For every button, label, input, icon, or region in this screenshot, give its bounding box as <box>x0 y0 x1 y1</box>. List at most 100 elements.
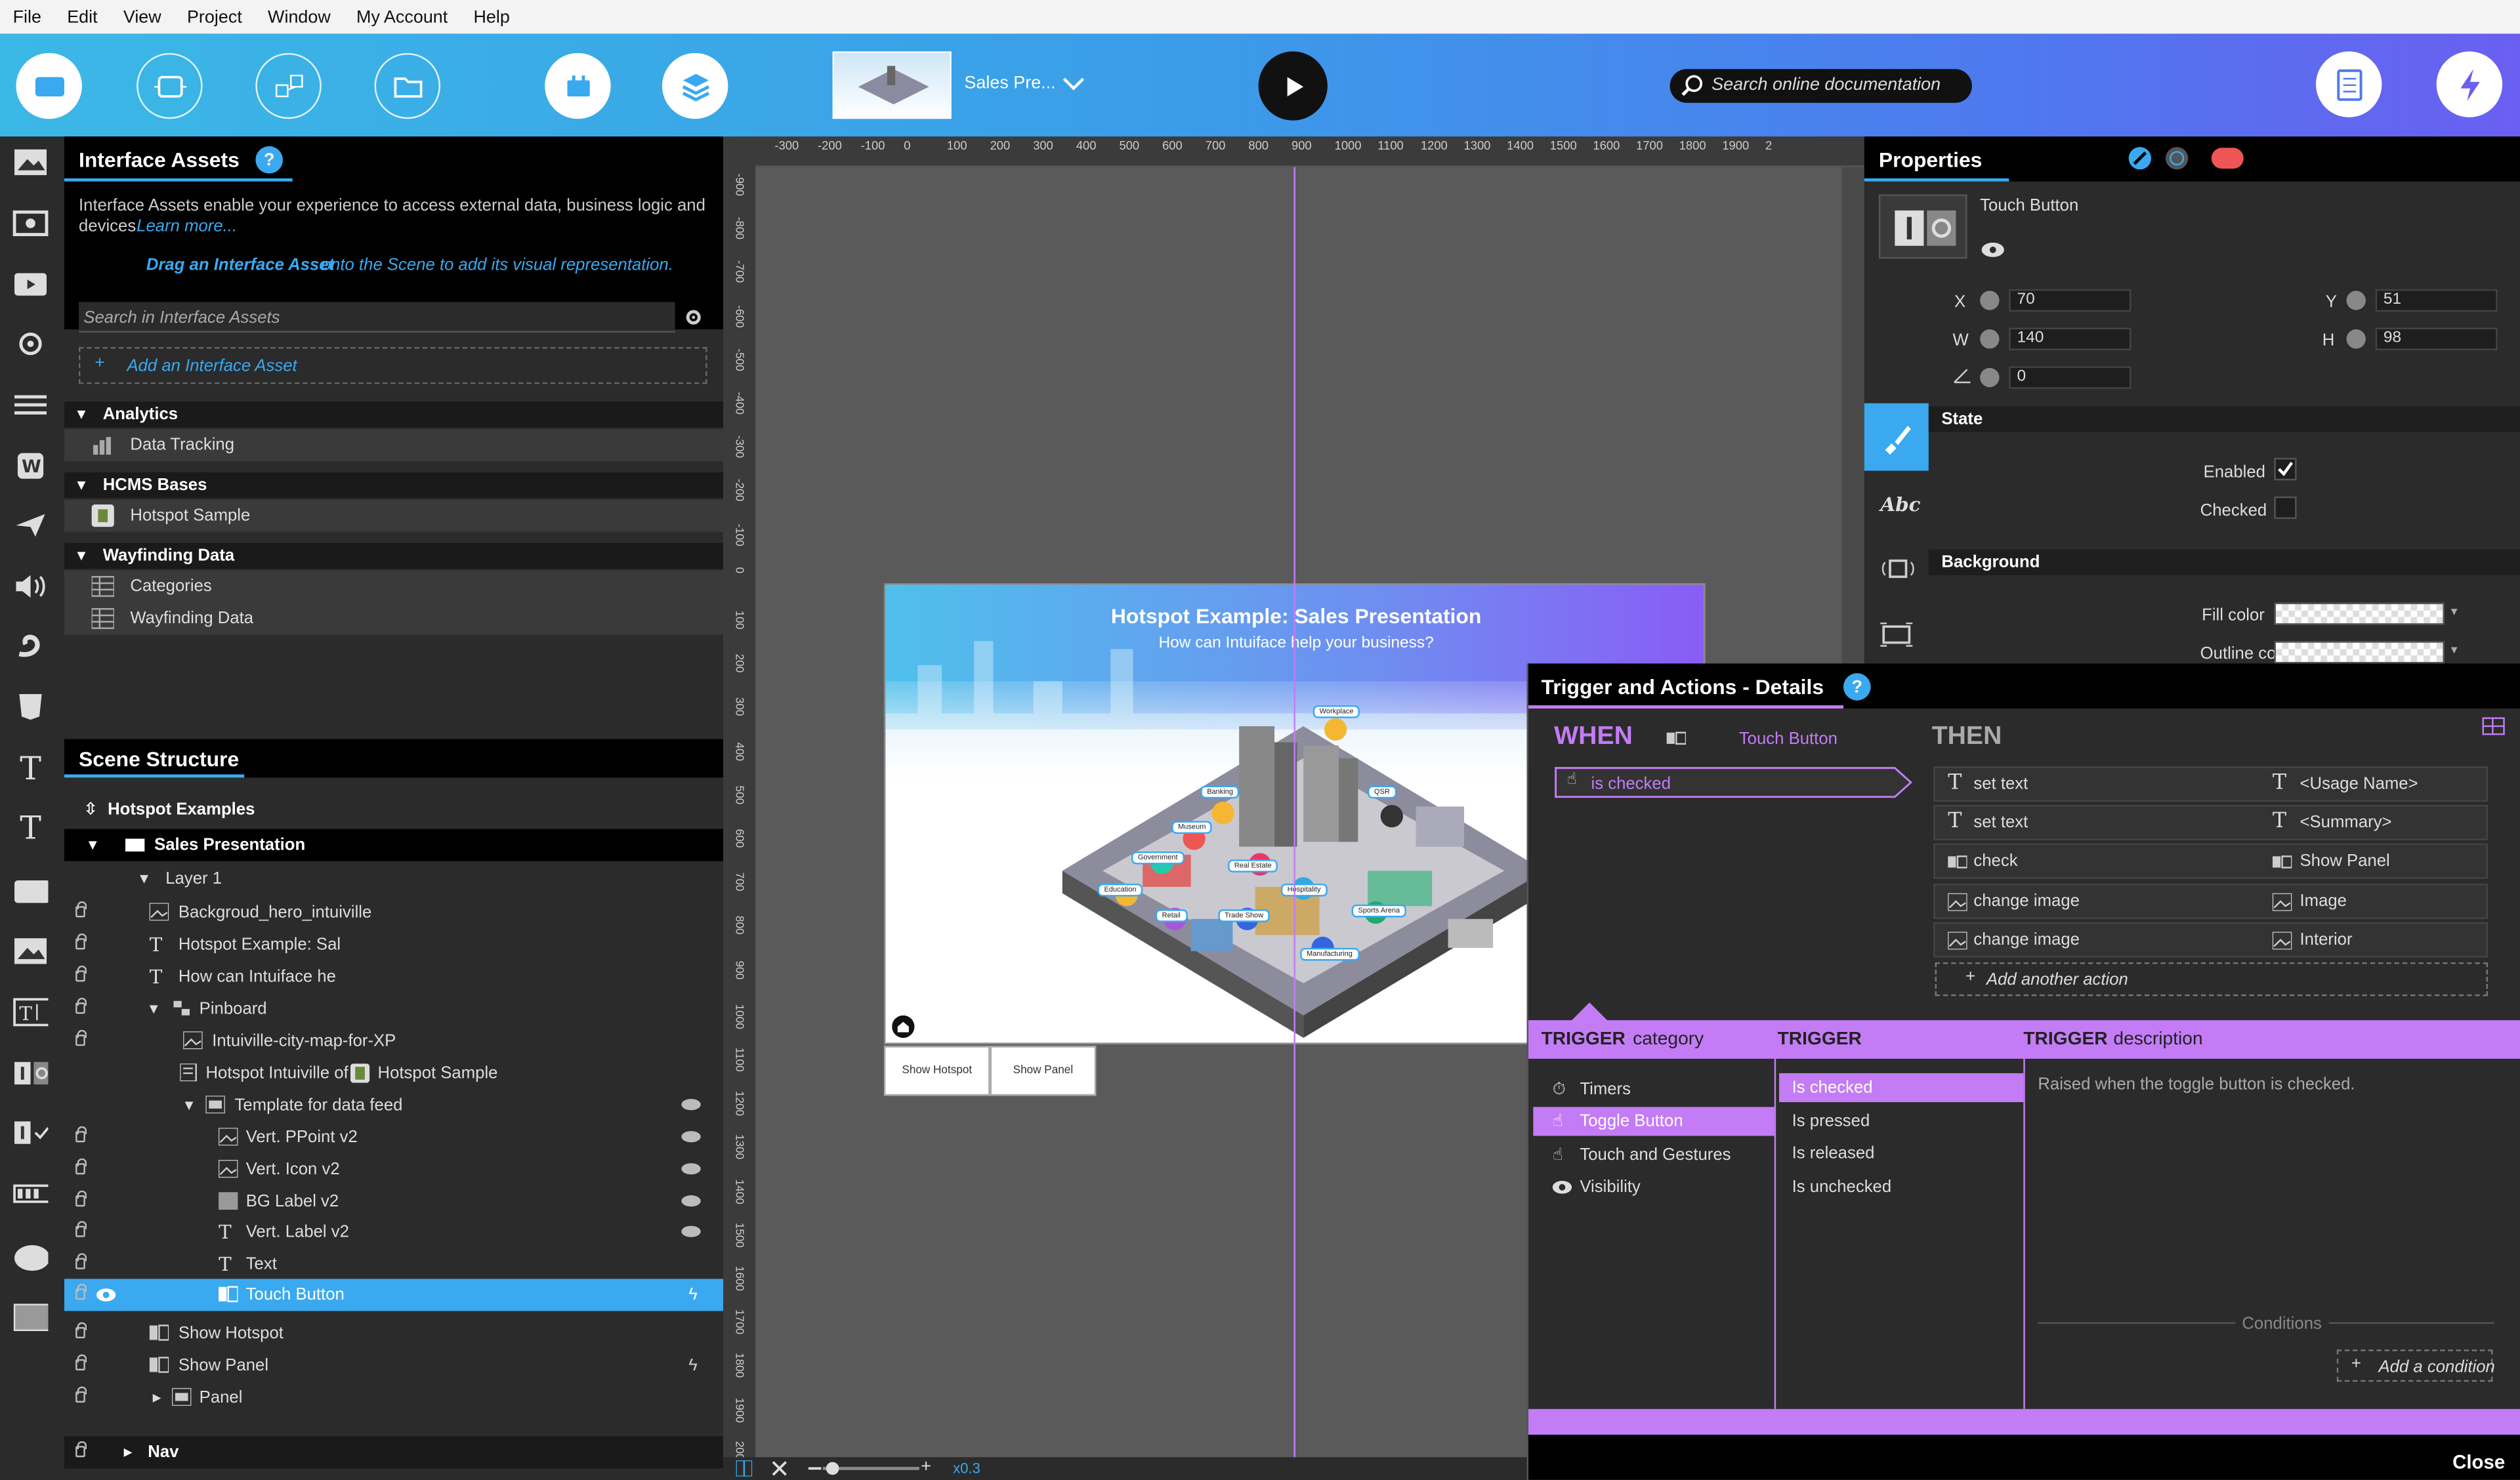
help-icon[interactable]: ? <box>1843 673 1871 701</box>
image-button-tool-icon[interactable] <box>13 935 49 967</box>
collapse-icon[interactable]: ▾ <box>89 829 97 861</box>
globe-icon[interactable] <box>2165 146 2189 171</box>
documentation-search[interactable]: Search online documentation <box>1670 69 1972 103</box>
lightning-icon[interactable]: ϟ <box>688 1279 698 1311</box>
rich-text-tool-icon[interactable]: T <box>13 808 49 847</box>
y-field[interactable]: 51 <box>2375 289 2498 312</box>
map-label[interactable]: Government <box>1131 851 1185 865</box>
action-row-4[interactable]: change image Image <box>1933 883 2488 919</box>
player-tool-icon[interactable] <box>13 268 49 300</box>
grid-icon[interactable] <box>736 1460 753 1477</box>
show-hotspot-button[interactable]: Show Hotspot <box>883 1046 990 1096</box>
layers-icon[interactable] <box>662 52 728 119</box>
tree-item-bg[interactable]: Backgroud_hero_intuiville <box>64 897 723 928</box>
menu-file[interactable]: File <box>0 7 54 26</box>
menu-project[interactable]: Project <box>174 7 255 26</box>
menu-window[interactable]: Window <box>255 7 343 26</box>
asset-wayfinding-data[interactable]: Wayfinding Data <box>64 602 724 635</box>
collapse-icon[interactable]: ▾ <box>185 1089 194 1121</box>
bind-dot-h[interactable] <box>2346 329 2366 349</box>
chevron-down-icon[interactable]: ▾ <box>2451 643 2458 657</box>
eraser-icon[interactable] <box>2211 148 2244 169</box>
text-tool-icon[interactable]: T <box>13 749 49 787</box>
lock-icon[interactable] <box>75 1158 87 1175</box>
send-tool-icon[interactable] <box>13 509 49 541</box>
appearance-tab[interactable] <box>1864 403 1929 471</box>
tree-item-text-2[interactable]: T How can Intuiface he <box>64 961 723 993</box>
bind-dot-angle[interactable] <box>1980 367 2000 388</box>
devices-icon[interactable] <box>136 52 203 119</box>
lock-icon[interactable] <box>75 997 87 1014</box>
map-label[interactable]: Sports Arena <box>1351 904 1406 918</box>
action-row-2[interactable]: Tset text T <Summary> <box>1933 804 2488 840</box>
section-wayfinding-data[interactable]: ▾ Wayfinding Data <box>64 543 724 569</box>
category-touch-gestures[interactable]: ☝ Touch and Gestures <box>1533 1141 1774 1170</box>
grid-view-icon[interactable] <box>2481 716 2506 735</box>
lock-icon[interactable] <box>75 901 87 918</box>
audio-tool-icon[interactable] <box>13 570 49 602</box>
interface-assets-icon[interactable] <box>255 52 322 119</box>
lock-icon[interactable] <box>75 1126 87 1143</box>
hidden-eye-icon[interactable] <box>681 1163 701 1175</box>
tree-item-icon[interactable]: Vert. Icon v2 <box>64 1153 723 1185</box>
action-row-1[interactable]: Tset text T <Usage Name> <box>1933 766 2488 802</box>
lock-icon[interactable] <box>75 933 87 950</box>
checklist-icon[interactable] <box>2316 51 2382 117</box>
tree-item-text-1[interactable]: T Hotspot Example: Sal <box>64 929 723 960</box>
map-label[interactable]: QSR <box>1368 785 1396 799</box>
guide-line[interactable] <box>1293 167 1295 1464</box>
interface-assets-tab[interactable]: Interface Assets <box>79 148 240 172</box>
lock-icon[interactable] <box>75 1386 87 1403</box>
map-label[interactable]: Real Estate <box>1228 859 1278 873</box>
tree-layer[interactable]: ▾ Layer 1 <box>64 863 723 894</box>
category-timers[interactable]: ⏱ Timers <box>1533 1075 1774 1103</box>
lock-icon[interactable] <box>75 1354 87 1370</box>
fit-to-screen-icon[interactable] <box>772 1460 788 1476</box>
text-input-tool-icon[interactable]: T <box>13 996 49 1028</box>
files-folder-icon[interactable] <box>374 52 441 119</box>
tree-item-touch-button[interactable]: Touch Button ϟ <box>64 1279 724 1311</box>
learn-more-link[interactable]: Learn more... <box>136 217 237 236</box>
shape-tool-icon[interactable] <box>13 876 49 908</box>
spiral-tool-icon[interactable] <box>13 630 49 662</box>
list-tool-icon[interactable] <box>13 389 49 421</box>
chevron-down-icon[interactable] <box>1062 75 1085 91</box>
tree-item-text[interactable]: T Text <box>64 1248 723 1280</box>
settings-gear-icon[interactable] <box>684 308 702 326</box>
ellipse-tool-icon[interactable] <box>13 1242 49 1274</box>
zoom-out-icon[interactable] <box>807 1460 822 1476</box>
lock-icon[interactable] <box>75 965 87 982</box>
outline-color-swatch[interactable] <box>2274 641 2445 664</box>
expand-icon[interactable]: ▸ <box>124 1436 133 1468</box>
progress-tool-icon[interactable] <box>13 1178 49 1210</box>
lock-icon[interactable] <box>75 1190 87 1207</box>
scenes-icon[interactable] <box>16 52 82 119</box>
home-icon[interactable] <box>892 1015 915 1038</box>
close-button[interactable]: Close <box>2452 1450 2505 1473</box>
signal-icon[interactable] <box>1879 558 1918 580</box>
lock-icon[interactable] <box>75 1283 87 1300</box>
hidden-eye-icon[interactable] <box>681 1099 701 1111</box>
trigger-is-checked[interactable]: Is checked <box>1779 1073 2024 1103</box>
asset-categories[interactable]: Categories <box>64 570 724 603</box>
h-field[interactable]: 98 <box>2375 327 2498 350</box>
tree-scene[interactable]: ▾ Sales Presentation <box>64 829 724 861</box>
map-label[interactable]: Education <box>1097 883 1143 897</box>
hidden-eye-icon[interactable] <box>681 1225 701 1237</box>
zoom-slider-handle[interactable] <box>826 1462 839 1475</box>
tree-item-panel[interactable]: ▸ Panel <box>64 1382 723 1413</box>
rectangle-tool-icon[interactable] <box>13 1302 49 1334</box>
collapse-icon[interactable]: ▾ <box>150 993 158 1025</box>
action-row-3[interactable]: check Show Panel <box>1933 843 2488 879</box>
eye-icon[interactable] <box>1981 242 2004 257</box>
bind-dot-w[interactable] <box>1980 329 2000 349</box>
angle-field[interactable]: 0 <box>2009 366 2132 389</box>
map-label[interactable]: Hospitality <box>1280 883 1328 897</box>
html5-tool-icon[interactable] <box>13 691 49 723</box>
play-mode-icon[interactable] <box>545 52 611 119</box>
when-target[interactable]: Touch Button <box>1739 730 1838 749</box>
category-toggle-button[interactable]: ☝ Toggle Button <box>1533 1107 1774 1136</box>
tree-item-show-hotspot[interactable]: Show Hotspot <box>64 1317 723 1349</box>
zoom-in-icon[interactable]: + <box>921 1457 931 1476</box>
map-label[interactable]: Workplace <box>1312 705 1360 718</box>
